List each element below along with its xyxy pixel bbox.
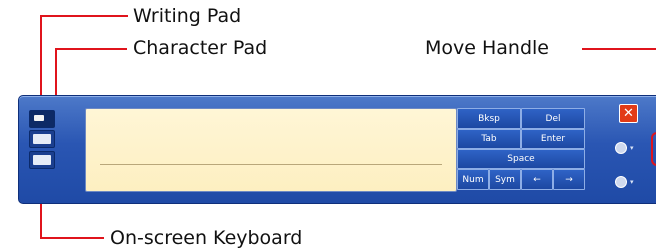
space-key[interactable]: Space <box>457 149 585 169</box>
gear-icon[interactable] <box>615 142 627 154</box>
leader-character-pad-h <box>55 48 127 50</box>
left-arrow-key[interactable]: ← <box>521 169 553 190</box>
callout-move-handle: Move Handle <box>425 37 549 59</box>
help-dropdown-icon[interactable]: ▾ <box>630 178 634 186</box>
character-pad-button[interactable] <box>29 130 55 148</box>
tab-key[interactable]: Tab <box>457 129 521 149</box>
close-button[interactable]: ✕ <box>619 104 638 123</box>
input-panel: Bksp Del Tab Enter Space Num Sym ← → ✕ ▾… <box>18 95 656 204</box>
writing-baseline <box>100 164 442 165</box>
enter-key[interactable]: Enter <box>521 129 585 149</box>
help-icon[interactable] <box>615 176 627 188</box>
callout-character-pad: Character Pad <box>133 37 268 59</box>
close-icon: ✕ <box>623 106 634 121</box>
writing-pad-button[interactable] <box>29 110 55 128</box>
gear-dropdown-icon[interactable]: ▾ <box>630 144 634 152</box>
writing-area[interactable] <box>85 108 457 192</box>
leader-writing-pad-h <box>40 15 128 17</box>
del-key[interactable]: Del <box>521 108 585 129</box>
leader-move-handle-h <box>582 48 656 50</box>
bksp-key[interactable]: Bksp <box>457 108 521 129</box>
callout-onscreen-keyboard: On-screen Keyboard <box>110 227 303 249</box>
right-arrow-key[interactable]: → <box>553 169 585 190</box>
key-block: Bksp Del Tab Enter Space Num Sym ← → <box>457 108 585 190</box>
leader-keyboard-h <box>40 237 104 239</box>
callout-writing-pad: Writing Pad <box>133 5 242 27</box>
sym-key[interactable]: Sym <box>489 169 521 190</box>
move-handle-marker[interactable] <box>651 132 656 166</box>
num-key[interactable]: Num <box>457 169 489 190</box>
onscreen-keyboard-button[interactable] <box>29 151 55 169</box>
